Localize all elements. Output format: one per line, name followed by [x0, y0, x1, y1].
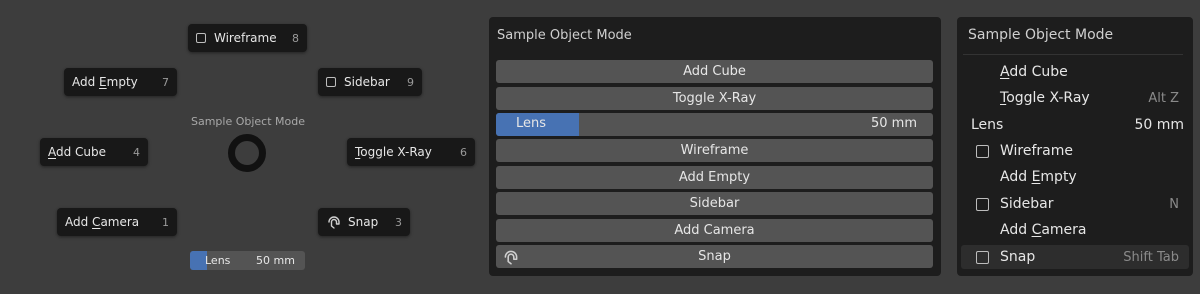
pie-add-camera-button[interactable]: Add Camera 1: [57, 208, 177, 236]
pie-add-cube-button[interactable]: Add Cube 4: [40, 138, 148, 166]
checkbox-icon: [976, 250, 989, 264]
pie-title: Sample Object Mode: [190, 115, 306, 128]
menu-item-label: Add Camera: [1000, 222, 1087, 238]
checkbox-icon: [326, 77, 336, 87]
pie-add-empty-label: Add Empty: [72, 75, 138, 89]
checkbox-icon: [196, 33, 206, 43]
lens-slider-label: Lens: [516, 116, 547, 131]
button-panel: Sample Object Mode Add Cube Toggle X-Ray…: [489, 17, 941, 276]
add-empty-button[interactable]: Add Empty: [496, 166, 933, 189]
pie-wireframe-toggle[interactable]: Wireframe 8: [188, 24, 307, 52]
pie-sidebar-label: Sidebar: [344, 75, 390, 89]
snap-button-label: Snap: [698, 249, 731, 264]
pie-lens-label: Lens: [205, 254, 231, 267]
menu-item-toggle-xray[interactable]: Toggle X-Ray Alt Z: [961, 86, 1189, 110]
menu-item-label: Add Cube: [1000, 64, 1068, 80]
pie-snap-label: Snap: [348, 215, 379, 229]
pie-add-cube-number: 4: [133, 145, 140, 159]
pie-sidebar-toggle[interactable]: Sidebar 9: [318, 68, 422, 96]
pie-sidebar-number: 9: [407, 75, 414, 89]
pie-toggle-xray-button[interactable]: Toggle X-Ray 6: [347, 138, 475, 166]
pie-lens-value: 50 mm: [256, 254, 295, 267]
menu-item-label: Wireframe: [1000, 143, 1074, 159]
button-panel-title: Sample Object Mode: [497, 28, 632, 43]
toggle-xray-button[interactable]: Toggle X-Ray: [496, 87, 933, 110]
menu-item-shortcut: N: [1169, 196, 1179, 212]
menu-item-add-camera[interactable]: Add Camera: [961, 218, 1189, 242]
pie-lens-slider[interactable]: Lens 50 mm: [190, 251, 305, 270]
menu-item-sidebar[interactable]: Sidebar N: [961, 192, 1189, 216]
menu-item-label: Snap: [1000, 249, 1036, 265]
magnet-icon: [504, 250, 518, 265]
menu-item-label: Add Empty: [1000, 169, 1077, 185]
menu-item-add-cube[interactable]: Add Cube: [961, 60, 1189, 84]
pie-toggle-xray-label: Toggle X-Ray: [355, 145, 432, 159]
wireframe-button[interactable]: Wireframe: [496, 139, 933, 162]
checkbox-icon: [976, 144, 989, 158]
sidebar-button[interactable]: Sidebar: [496, 192, 933, 215]
checkbox-icon: [976, 197, 989, 211]
menu-item-add-empty[interactable]: Add Empty: [961, 165, 1189, 189]
menu-item-label: Sidebar: [1000, 196, 1054, 212]
menu-lens-value: 50 mm: [1134, 117, 1184, 133]
menu-panel: Sample Object Mode Add Cube Toggle X-Ray…: [957, 17, 1193, 276]
add-cube-button[interactable]: Add Cube: [496, 60, 933, 83]
menu-item-wireframe[interactable]: Wireframe: [961, 139, 1189, 163]
pie-add-cube-label: Add Cube: [48, 145, 107, 159]
menu-item-snap[interactable]: Snap Shift Tab: [961, 245, 1189, 269]
pie-center-ring: [228, 134, 266, 172]
menu-item-shortcut: Alt Z: [1148, 90, 1179, 106]
pie-wireframe-number: 8: [292, 31, 299, 45]
magnet-icon: [328, 216, 340, 229]
pie-snap-button[interactable]: Snap 3: [318, 208, 410, 236]
add-camera-button[interactable]: Add Camera: [496, 219, 933, 242]
snap-button[interactable]: Snap: [496, 245, 933, 268]
lens-slider-value: 50 mm: [870, 116, 917, 131]
menu-separator: [963, 54, 1183, 55]
menu-item-label: Toggle X-Ray: [1000, 90, 1090, 106]
pie-add-camera-label: Add Camera: [65, 215, 140, 229]
lens-slider[interactable]: Lens 50 mm: [496, 113, 933, 136]
pie-add-empty-number: 7: [162, 75, 169, 89]
menu-item-shortcut: Shift Tab: [1123, 249, 1179, 265]
menu-lens-label: Lens: [971, 117, 1004, 133]
pie-wireframe-label: Wireframe: [214, 31, 277, 45]
pie-add-camera-number: 1: [162, 215, 169, 229]
pie-snap-number: 3: [395, 215, 402, 229]
pie-add-empty-button[interactable]: Add Empty 7: [64, 68, 177, 96]
pie-toggle-xray-number: 6: [460, 145, 467, 159]
menu-panel-title: Sample Object Mode: [968, 27, 1114, 43]
menu-lens-field[interactable]: Lens 50 mm: [971, 117, 1184, 133]
